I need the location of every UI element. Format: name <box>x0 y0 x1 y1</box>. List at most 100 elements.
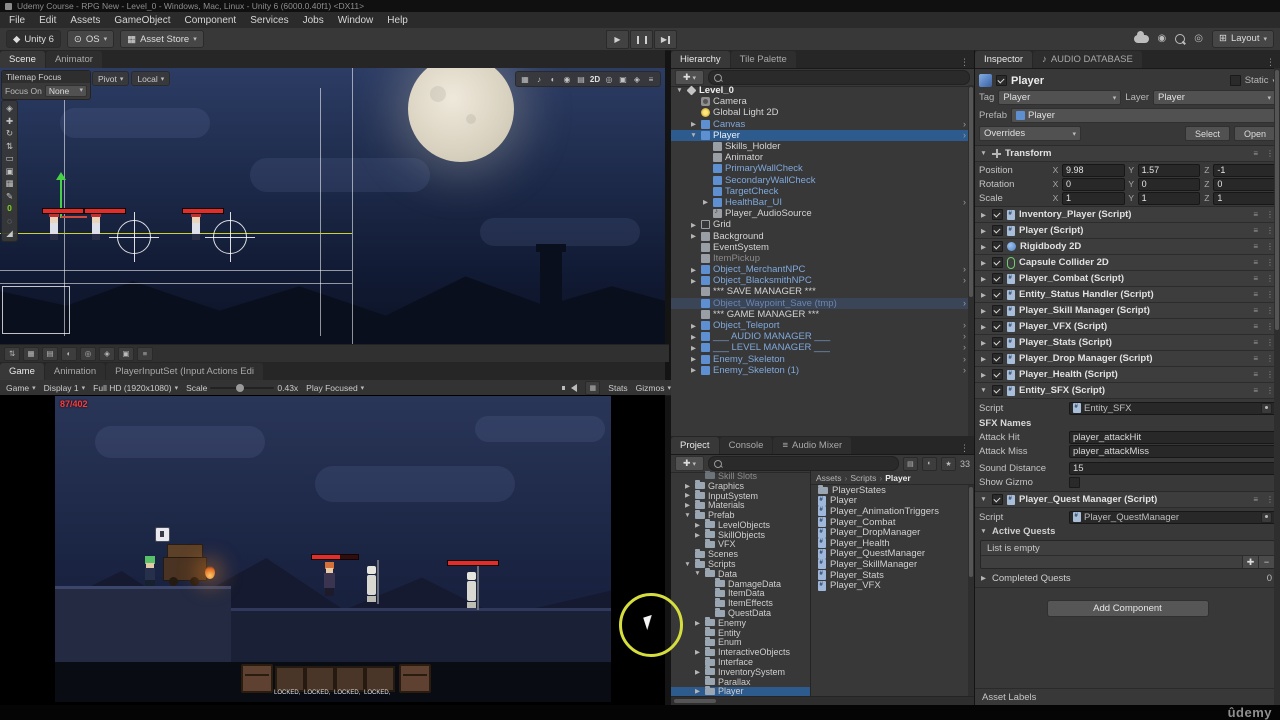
presets-icon[interactable]: ≡ <box>1251 386 1260 395</box>
presets-icon[interactable]: ≡ <box>1251 242 1260 251</box>
scene-2d-toggle[interactable]: 2D <box>589 75 601 84</box>
transform-scale-x-field[interactable]: 1 <box>1062 191 1125 205</box>
prefab-open-arrow[interactable]: › <box>963 130 966 140</box>
scene-bottom-tool-5-icon[interactable]: ◈ <box>99 346 115 361</box>
tab-audio-mixer[interactable]: ≡ Audio Mixer <box>773 437 852 454</box>
focus-on-dropdown[interactable]: None ▾ <box>44 85 87 97</box>
project-search-input[interactable] <box>708 456 899 471</box>
foldout-icon[interactable]: ▶ <box>689 120 698 128</box>
search-icon[interactable] <box>1175 33 1186 44</box>
prefab-field[interactable]: Player <box>1011 108 1276 123</box>
asset-player-questmanager[interactable]: Player_QuestManager <box>811 548 968 559</box>
component-enabled-checkbox[interactable] <box>992 209 1003 220</box>
scene-tool-10-icon[interactable]: ◢ <box>6 229 13 238</box>
scene-bottom-tool-0-icon[interactable]: ⇅ <box>4 346 20 361</box>
static-checkbox[interactable] <box>1229 75 1241 86</box>
project-folder-scenes[interactable]: Scenes <box>671 548 810 559</box>
transform-position-y-field[interactable]: 1.57 <box>1137 163 1201 177</box>
component-inventory-player-script[interactable]: ▶Inventory_Player (Script)≡⋮ <box>975 207 1280 223</box>
component-player-drop-manager-script[interactable]: ▶Player_Drop Manager (Script)≡⋮ <box>975 351 1280 367</box>
project-folder-materials[interactable]: ▶ Materials <box>671 499 810 510</box>
hierarchy-item-secondarywallcheck[interactable]: SecondaryWallCheck <box>671 175 968 186</box>
scene-tool-7-icon[interactable]: ✎ <box>6 191 13 201</box>
tab-hierarchy[interactable]: Hierarchy <box>671 51 730 68</box>
tab-tile-palette[interactable]: Tile Palette <box>730 51 796 68</box>
scene-view-option-9-icon[interactable]: ≡ <box>645 75 657 84</box>
gizmos-dropdown[interactable]: Gizmos ▾ <box>636 383 671 393</box>
hidden-packages-count[interactable]: 33 <box>960 459 970 469</box>
vsync-icon[interactable]: ▦ <box>585 380 601 395</box>
object-picker-icon[interactable] <box>1261 511 1272 523</box>
project-folder-itemeffects[interactable]: ItemEffects <box>671 597 810 608</box>
prefab-open-arrow[interactable]: › <box>963 298 966 308</box>
foldout-icon[interactable]: ▼ <box>683 561 692 568</box>
presets-icon[interactable]: ≡ <box>1251 354 1260 363</box>
menu-services[interactable]: Services <box>243 13 295 28</box>
asset-playerstates[interactable]: PlayerStates <box>811 485 968 496</box>
scene-tool-8-icon[interactable]: 0 <box>7 204 12 213</box>
active-checkbox[interactable] <box>996 75 1007 86</box>
foldout-icon[interactable]: ▶ <box>689 355 698 363</box>
hierarchy-item-player[interactable]: ▼ Player › <box>671 129 968 141</box>
foldout-icon[interactable]: ▶ <box>979 291 988 299</box>
scene-view-option-4-icon[interactable]: ▤ <box>575 75 587 84</box>
hierarchy-item-object-merchantnpc[interactable]: ▶ Object_MerchantNPC › <box>671 264 968 275</box>
foldout-icon[interactable]: ▶ <box>689 221 698 229</box>
attack-miss-field[interactable]: player_attackMiss <box>1069 444 1276 458</box>
project-folder-damagedata[interactable]: DamageData <box>671 578 810 589</box>
completed-quests-foldout[interactable]: ▶ Completed Quests 0 <box>975 571 1280 585</box>
menu-file[interactable]: File <box>2 13 32 28</box>
presets-icon[interactable]: ≡ <box>1251 338 1260 347</box>
component-enabled-checkbox[interactable] <box>992 225 1003 236</box>
prefab-open-arrow[interactable]: › <box>963 276 966 285</box>
presets-icon[interactable]: ≡ <box>1251 370 1260 379</box>
foldout-icon[interactable]: ▼ <box>675 87 684 94</box>
foldout-icon[interactable]: ▶ <box>693 531 702 539</box>
scene-tool-0-icon[interactable]: ◈ <box>6 104 13 113</box>
project-folder-enemy[interactable]: ▶ Enemy <box>671 617 810 628</box>
remove-list-item-button[interactable]: − <box>1258 556 1274 568</box>
transform-scale-z-field[interactable]: 1 <box>1213 191 1277 205</box>
foldout-icon[interactable]: ▶ <box>689 277 698 285</box>
asset-player[interactable]: Player <box>811 495 968 506</box>
step-button[interactable]: ▶ <box>654 30 677 49</box>
breadcrumb-scripts[interactable]: Scripts <box>850 473 876 483</box>
project-horizontal-scrollbar[interactable] <box>671 696 974 705</box>
project-folder-parallax[interactable]: Parallax <box>671 676 810 687</box>
project-folder-graphics[interactable]: ▶ Graphics <box>671 480 810 491</box>
foldout-icon[interactable]: ▼ <box>979 150 988 157</box>
scene-view-option-0-icon[interactable]: ▦ <box>519 75 531 84</box>
scale-slider-knob[interactable] <box>236 383 245 392</box>
foldout-icon[interactable]: ▼ <box>693 570 702 577</box>
menu-help[interactable]: Help <box>380 13 415 28</box>
display-dropdown[interactable]: Display 1 ▾ <box>44 383 85 393</box>
handle-rotation-dropdown[interactable]: Local ▾ <box>131 71 171 86</box>
component-enabled-checkbox[interactable] <box>992 257 1003 268</box>
project-folder-skill-slots[interactable]: Skill Slots <box>671 471 810 481</box>
prefab-open-arrow[interactable]: › <box>963 197 966 207</box>
menu-jobs[interactable]: Jobs <box>296 13 331 28</box>
component-entity-sfx[interactable]: ▼ Entity_SFX (Script) ≡ ⋮ <box>975 383 1280 399</box>
foldout-icon[interactable]: ▶ <box>979 355 988 363</box>
script-object-field[interactable]: Entity_SFX <box>1069 401 1276 415</box>
panel-menu-icon[interactable]: ⋮ <box>955 57 974 68</box>
tab-audio-database[interactable]: ♪ AUDIO DATABASE <box>1033 51 1142 68</box>
hierarchy-search-input[interactable] <box>708 70 970 85</box>
hierarchy-item-grid[interactable]: ▶ Grid <box>671 219 968 230</box>
search-by-type-icon[interactable]: ▤ <box>902 456 918 471</box>
foldout-icon[interactable]: ▶ <box>689 232 698 240</box>
menu-window[interactable]: Window <box>331 13 381 28</box>
project-folder-itemdata[interactable]: ItemData <box>671 587 810 598</box>
play-focused-dropdown[interactable]: Play Focused ▾ <box>306 383 364 393</box>
tab-animation[interactable]: Animation <box>44 363 106 380</box>
scene-view-option-2-icon[interactable]: ◐ <box>547 75 559 84</box>
prefab-open-arrow[interactable]: › <box>963 119 966 129</box>
favorites-icon[interactable]: ★ <box>940 456 956 471</box>
scene-bottom-tool-2-icon[interactable]: ▤ <box>42 346 58 361</box>
prefab-open-arrow[interactable]: › <box>963 343 966 352</box>
pause-button[interactable] <box>630 30 653 49</box>
select-button[interactable]: Select <box>1184 126 1230 141</box>
pivot-dropdown[interactable]: Pivot ▾ <box>92 71 130 86</box>
transform-position-x-field[interactable]: 9.98 <box>1062 163 1125 177</box>
hierarchy-item-object-waypoint-save-tmp[interactable]: Object_Waypoint_Save (tmp) › <box>671 297 968 309</box>
